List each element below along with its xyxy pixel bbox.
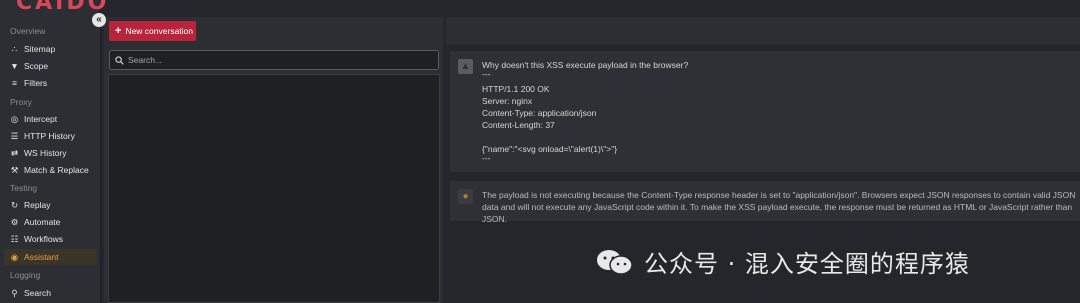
sidebar-item-label: Intercept bbox=[24, 114, 58, 124]
message-line: Server: nginx bbox=[482, 96, 533, 106]
sidebar-item-label: Workflows bbox=[24, 234, 64, 244]
sidebar-item-match-replace[interactable]: ⚒ Match & Replace bbox=[4, 162, 97, 178]
sidebar-item-label: Replay bbox=[24, 200, 51, 210]
search-input[interactable] bbox=[128, 55, 428, 65]
sidebar-item-label: Search bbox=[24, 288, 51, 298]
assistant-avatar-icon: ● bbox=[458, 189, 473, 204]
gear-icon: ⚙ bbox=[10, 216, 19, 227]
message-line: --- bbox=[482, 153, 491, 163]
chat-bubbles-icon: ◉ bbox=[10, 251, 19, 262]
sidebar-item-http-history[interactable]: ☰ HTTP History bbox=[4, 128, 97, 144]
sidebar-item-label: HTTP History bbox=[24, 131, 75, 141]
conversation-search[interactable] bbox=[109, 50, 439, 70]
sidebar-item-intercept[interactable]: ◎ Intercept bbox=[4, 111, 97, 127]
sidebar-item-label: Automate bbox=[24, 217, 61, 227]
new-conversation-label: New conversation bbox=[125, 26, 193, 36]
collapse-sidebar-button[interactable]: « bbox=[92, 13, 106, 27]
workflow-icon: ☷ bbox=[10, 233, 19, 244]
sidebar-item-ws-history[interactable]: ⇄ WS History bbox=[4, 145, 97, 161]
sliders-icon: ≡ bbox=[12, 78, 17, 88]
assistant-reply: The payload is not executing because the… bbox=[482, 190, 1076, 224]
sidebar-item-sitemap[interactable]: ∴ Sitemap bbox=[4, 41, 97, 57]
replay-icon: ↻ bbox=[10, 199, 19, 210]
sidebar-item-filters[interactable]: ≡ Filters bbox=[4, 75, 97, 91]
conversation-list[interactable] bbox=[108, 74, 440, 303]
user-avatar-icon: ▲ bbox=[458, 59, 473, 74]
plus-icon: + bbox=[115, 25, 122, 37]
sidebar-item-label: Sitemap bbox=[24, 44, 56, 54]
section-overview: Overview bbox=[10, 26, 46, 36]
funnel-icon: ▼ bbox=[10, 61, 19, 71]
sidebar-item-automate[interactable]: ⚙ Automate bbox=[4, 214, 97, 230]
watermark: 公众号 · 混入安全圈的程序猿 bbox=[594, 244, 970, 279]
sidebar: CAIDO Overview ∴ Sitemap ▼ Scope ≡ Filte… bbox=[0, 0, 106, 303]
sidebar-item-label: Assistant bbox=[24, 252, 59, 262]
list-icon: ☰ bbox=[10, 130, 19, 141]
sidebar-item-workflows[interactable]: ☷ Workflows bbox=[4, 231, 97, 247]
wrench-icon: ⚒ bbox=[10, 164, 19, 175]
message-line: Why doesn't this XSS execute payload in … bbox=[482, 60, 689, 70]
search-icon: ⚲ bbox=[11, 287, 18, 298]
arrows-icon: ⇄ bbox=[10, 147, 19, 158]
sidebar-item-label: Scope bbox=[24, 61, 49, 71]
intercept-icon: ◎ bbox=[10, 113, 19, 124]
message-line: HTTP/1.1 200 OK bbox=[482, 84, 550, 94]
sidebar-item-assistant[interactable]: ◉ Assistant bbox=[4, 249, 97, 265]
chat-header bbox=[446, 17, 1080, 45]
message-line: Content-Type: application/json bbox=[482, 108, 597, 118]
new-conversation-button[interactable]: + New conversation bbox=[109, 21, 196, 41]
section-logging: Logging bbox=[10, 270, 41, 280]
sidebar-item-replay[interactable]: ↻ Replay bbox=[4, 197, 97, 213]
section-testing: Testing bbox=[10, 183, 37, 193]
sidebar-item-search[interactable]: ⚲ Search bbox=[4, 285, 97, 301]
message-line: Content-Length: 37 bbox=[482, 120, 555, 130]
watermark-text: 公众号 · 混入安全圈的程序猿 bbox=[644, 250, 970, 278]
sidebar-item-label: Filters bbox=[24, 78, 48, 88]
sidebar-item-label: WS History bbox=[24, 148, 67, 158]
sitemap-icon: ∴ bbox=[11, 43, 18, 54]
search-icon bbox=[115, 55, 124, 65]
message-line: {"name":"<svg onload=\"alert(1)\">"} bbox=[482, 144, 618, 154]
sidebar-item-label: Match & Replace bbox=[24, 165, 89, 175]
sidebar-item-scope[interactable]: ▼ Scope bbox=[4, 58, 97, 74]
section-proxy: Proxy bbox=[10, 97, 32, 107]
message-line: --- bbox=[482, 69, 491, 79]
wechat-logo bbox=[597, 249, 633, 275]
